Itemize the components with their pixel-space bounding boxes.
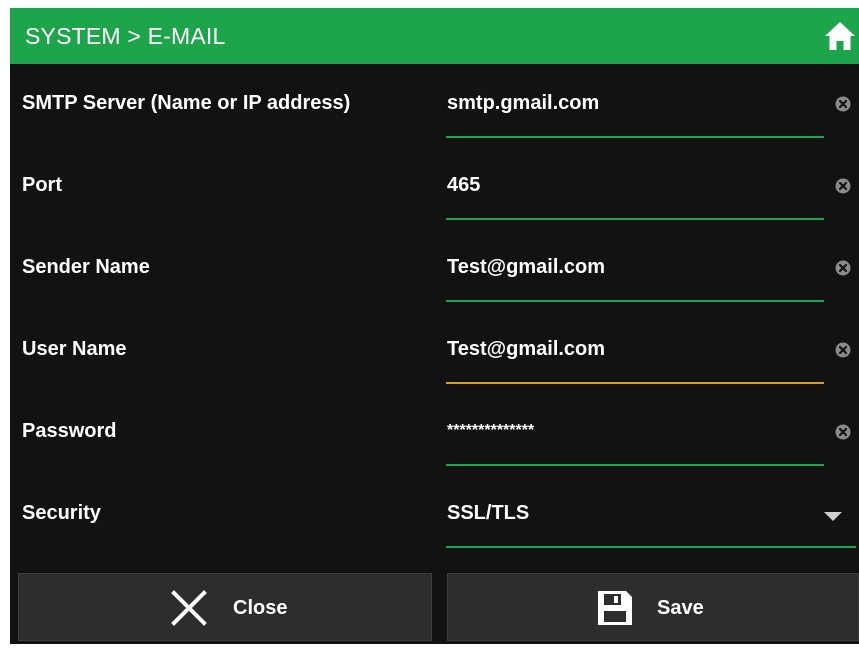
home-icon[interactable]: [823, 19, 857, 53]
sender-name-input[interactable]: Test@gmail.com: [447, 256, 605, 279]
port-input[interactable]: 465: [447, 174, 480, 197]
save-button-label: Save: [657, 597, 704, 619]
clear-icon[interactable]: [833, 422, 853, 442]
user-name-label: User Name: [22, 338, 127, 360]
security-underline: [446, 546, 856, 548]
password-input[interactable]: **************: [447, 422, 534, 440]
close-button-label: Close: [233, 597, 288, 619]
dropdown-arrow-icon[interactable]: [822, 510, 844, 522]
sender-name-row: Sender Name Test@gmail.com: [10, 228, 859, 310]
page-title: SYSTEM > E-MAIL: [25, 23, 226, 49]
smtp-server-label: SMTP Server (Name or IP address): [22, 92, 351, 114]
user-name-underline-focused: [446, 382, 824, 384]
password-label: Password: [22, 420, 117, 442]
clear-icon[interactable]: [833, 94, 853, 114]
port-underline: [446, 218, 824, 220]
email-settings-panel: SYSTEM > E-MAIL SMTP Server (Name or IP …: [10, 8, 859, 644]
clear-icon[interactable]: [833, 258, 853, 278]
smtp-server-underline: [446, 136, 824, 138]
password-underline: [446, 464, 824, 466]
clear-icon[interactable]: [833, 176, 853, 196]
user-name-input[interactable]: Test@gmail.com: [447, 338, 605, 361]
close-x-icon: [171, 590, 207, 626]
port-row: Port 465: [10, 146, 859, 228]
sender-name-underline: [446, 300, 824, 302]
floppy-disk-icon: [598, 591, 632, 625]
port-label: Port: [22, 174, 62, 196]
clear-icon[interactable]: [833, 340, 853, 360]
smtp-server-input[interactable]: smtp.gmail.com: [447, 92, 599, 115]
user-name-row: User Name Test@gmail.com: [10, 310, 859, 392]
security-select[interactable]: SSL/TLS: [447, 502, 529, 525]
save-button[interactable]: Save: [447, 573, 859, 641]
title-bar: SYSTEM > E-MAIL: [10, 8, 859, 64]
close-button[interactable]: Close: [18, 573, 432, 641]
security-label: Security: [22, 502, 101, 524]
password-row: Password **************: [10, 392, 859, 474]
smtp-server-row: SMTP Server (Name or IP address) smtp.gm…: [10, 64, 859, 146]
security-row: Security SSL/TLS: [10, 474, 859, 556]
sender-name-label: Sender Name: [22, 256, 150, 278]
